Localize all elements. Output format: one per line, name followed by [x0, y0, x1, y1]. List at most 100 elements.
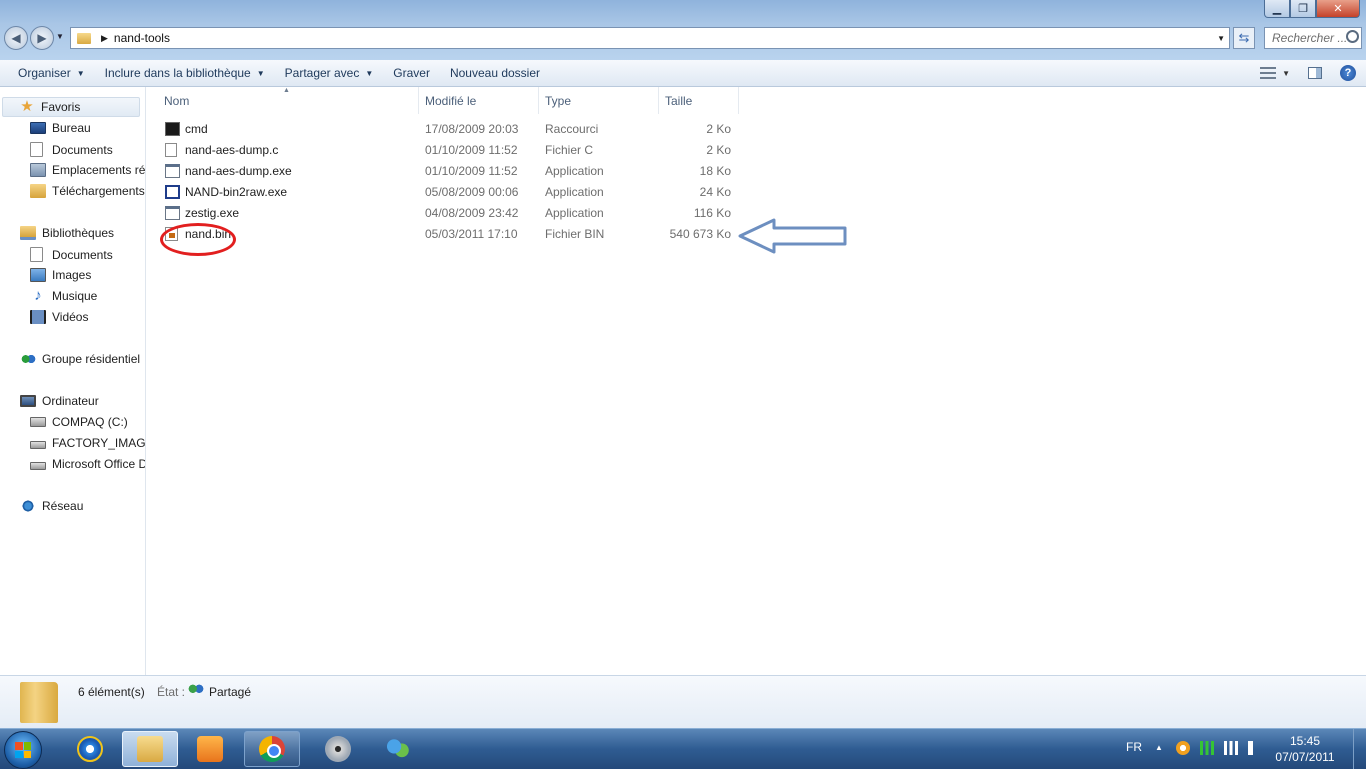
nav-item-downloads[interactable]: Téléchargements — [30, 184, 145, 198]
table-row[interactable]: nand-aes-dump.exe 01/10/2009 11:52 Appli… — [146, 161, 746, 182]
help-icon[interactable]: ? — [1340, 65, 1356, 81]
taskbar-messenger[interactable] — [370, 731, 426, 767]
star-icon: ★ — [20, 98, 34, 115]
volume-icon[interactable] — [1248, 741, 1257, 755]
taskbar-chrome[interactable] — [244, 731, 300, 767]
preview-pane-icon[interactable] — [1308, 67, 1322, 79]
minimize-button[interactable]: ▁ — [1264, 0, 1290, 18]
file-size: 18 Ko — [699, 164, 731, 178]
drive-icon — [30, 462, 46, 470]
nav-homegroup[interactable]: Groupe résidentiel — [20, 352, 140, 366]
downloads-folder-icon — [30, 184, 46, 198]
refresh-button[interactable]: ⇆ — [1233, 27, 1255, 49]
nav-libraries[interactable]: Bibliothèques — [20, 226, 114, 240]
application-icon — [165, 164, 180, 178]
address-bar[interactable]: ▶ nand-tools ▼ — [70, 27, 1230, 49]
table-row[interactable]: zestig.exe 04/08/2009 23:42 Application … — [146, 203, 746, 224]
nav-computer[interactable]: Ordinateur — [20, 394, 99, 408]
file-date: 01/10/2009 11:52 — [425, 164, 518, 178]
nav-item-videos[interactable]: Vidéos — [30, 310, 88, 324]
include-in-library-menu[interactable]: Inclure dans la bibliothèque ▼ — [95, 60, 275, 86]
show-hidden-icons-icon[interactable]: ▲ — [1155, 743, 1163, 752]
view-options-icon[interactable] — [1260, 67, 1277, 79]
column-modified-label: Modifié le — [425, 93, 477, 108]
taskbar-explorer[interactable] — [122, 731, 178, 767]
nav-item-factory-image[interactable]: FACTORY_IMAGE — [30, 436, 145, 450]
burn-label: Graver — [393, 66, 430, 80]
nav-item-label: Musique — [52, 289, 98, 303]
column-header-size[interactable]: Taille — [659, 87, 739, 114]
nav-item-lib-documents[interactable]: Documents — [30, 247, 113, 262]
chevron-right-icon[interactable]: ▶ — [101, 33, 108, 44]
column-header-modified[interactable]: Modifié le — [419, 87, 539, 114]
table-row[interactable]: cmd 17/08/2009 20:03 Raccourci 2 Ko — [146, 119, 746, 140]
nav-network[interactable]: Réseau — [20, 499, 83, 513]
nav-item-drive-c[interactable]: COMPAQ (C:) — [30, 415, 128, 429]
nav-item-bureau[interactable]: Bureau — [30, 121, 91, 135]
table-row[interactable]: nand.bin 05/03/2011 17:10 Fichier BIN 54… — [146, 224, 746, 245]
network-icon — [20, 499, 36, 513]
file-date: 17/08/2009 20:03 — [425, 122, 519, 136]
language-indicator[interactable]: FR — [1126, 740, 1142, 754]
recent-pages-dropdown[interactable]: ▼ — [56, 32, 64, 41]
view-dropdown-icon[interactable]: ▼ — [1282, 69, 1290, 78]
table-row[interactable]: NAND-bin2raw.exe 05/08/2009 00:06 Applic… — [146, 182, 746, 203]
clock-time: 15:45 — [1289, 734, 1321, 748]
nav-item-music[interactable]: ♪ Musique — [30, 287, 98, 304]
folder-icon — [20, 682, 58, 723]
film-icon — [30, 310, 46, 324]
nav-item-recent-places[interactable]: Emplacements récents — [30, 163, 145, 177]
file-name: nand-aes-dump.c — [185, 143, 279, 157]
computer-icon — [20, 395, 36, 407]
chevron-down-icon: ▼ — [365, 68, 374, 78]
file-name: nand-aes-dump.exe — [185, 164, 292, 178]
taskbar-ie[interactable] — [62, 731, 118, 767]
nav-item-label: Microsoft Office D — [52, 457, 146, 471]
recent-places-icon — [30, 163, 46, 177]
windows-logo-icon — [15, 742, 31, 758]
nav-favorites[interactable]: ★ Favoris — [2, 97, 140, 117]
file-date: 04/08/2009 23:42 — [425, 206, 519, 220]
clock-date: 07/07/2011 — [1275, 750, 1335, 764]
music-note-icon: ♪ — [34, 287, 42, 304]
breadcrumb-nand-tools[interactable]: nand-tools — [114, 31, 170, 45]
nav-item-images[interactable]: Images — [30, 268, 91, 282]
taskbar-dvd-maker[interactable] — [310, 731, 366, 767]
drive-icon — [30, 441, 46, 449]
search-input[interactable]: Rechercher ... — [1264, 27, 1362, 49]
window-controls: ▁ ❐ ✕ — [1264, 0, 1360, 18]
command-bar: Organiser ▼ Inclure dans la bibliothèque ▼… — [0, 60, 1366, 87]
signal-icon[interactable] — [1200, 741, 1214, 755]
new-folder-label: Nouveau dossier — [449, 66, 541, 80]
file-size: 2 Ko — [706, 122, 731, 136]
column-header-type[interactable]: Type — [539, 87, 659, 114]
organize-menu[interactable]: Organiser ▼ — [0, 60, 95, 86]
network-signal-icon[interactable] — [1224, 741, 1238, 755]
share-with-menu[interactable]: Partager avec ▼ — [275, 60, 384, 86]
show-desktop-button[interactable] — [1353, 729, 1366, 769]
forward-button[interactable]: ▶ — [30, 26, 54, 50]
file-date: 05/08/2009 00:06 — [425, 185, 519, 199]
nav-item-office-drive[interactable]: Microsoft Office D — [30, 457, 146, 471]
close-button[interactable]: ✕ — [1316, 0, 1360, 18]
taskbar-media-player[interactable] — [182, 731, 238, 767]
burn-button[interactable]: Graver — [383, 60, 440, 86]
nav-item-documents[interactable]: Documents — [30, 142, 113, 157]
update-icon[interactable] — [1176, 741, 1190, 755]
nav-item-label: COMPAQ (C:) — [52, 415, 128, 429]
item-count: 6 élément(s) — [78, 685, 145, 699]
address-dropdown-icon[interactable]: ▼ — [1217, 34, 1225, 43]
start-button[interactable] — [4, 731, 42, 769]
arrow-left-annotation-icon — [738, 218, 847, 254]
file-date: 05/03/2011 17:10 — [425, 227, 518, 241]
folder-icon — [137, 736, 163, 762]
navigation-pane: ★ Favoris Bureau Documents Emplacements … — [0, 87, 146, 675]
back-button[interactable]: ◀ — [4, 26, 28, 50]
new-folder-button[interactable]: Nouveau dossier — [440, 60, 550, 86]
maximize-button[interactable]: ❐ — [1290, 0, 1316, 18]
table-row[interactable]: nand-aes-dump.c 01/10/2009 11:52 Fichier… — [146, 140, 746, 161]
dvd-icon — [325, 736, 351, 762]
nav-computer-label: Ordinateur — [42, 394, 99, 408]
nav-homegroup-label: Groupe résidentiel — [42, 352, 141, 366]
clock[interactable]: 15:45 07/07/2011 — [1270, 733, 1340, 765]
